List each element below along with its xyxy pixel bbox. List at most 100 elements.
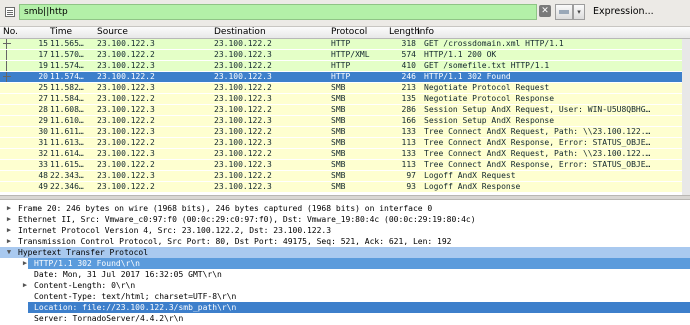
- collapse-arrow-icon[interactable]: ▼: [4, 247, 14, 258]
- packet-number: 30: [38, 127, 48, 136]
- packet-length: 135: [401, 94, 416, 103]
- packet-destination: 23.100.122.3: [214, 160, 272, 169]
- packet-row[interactable]: 29 11.610… 23.100.122.2 23.100.122.3 SMB 166 S…: [0, 116, 690, 126]
- packet-destination: 23.100.122.3: [214, 50, 272, 59]
- packet-row[interactable]: 33 11.615… 23.100.122.2 23.100.122.3 SMB 113 T…: [0, 160, 690, 170]
- packet-time: 11.614…: [50, 149, 84, 158]
- packet-destination: 23.100.122.3: [214, 72, 272, 81]
- tree-item[interactable]: ▼ Hypertext Transfer Protocol: [0, 247, 690, 258]
- packet-row[interactable]: 15 11.565… 23.100.122.3 23.100.122.2 HTTP 318…: [0, 39, 690, 49]
- packet-row[interactable]: 25 11.582… 23.100.122.3 23.100.122.2 SMB 213 N…: [0, 83, 690, 93]
- apply-filter-button[interactable]: [555, 4, 573, 20]
- clear-filter-icon[interactable]: ✕: [539, 5, 551, 17]
- related-packet-marker: [6, 50, 7, 60]
- packet-row[interactable]: 48 22.343… 23.100.122.3 23.100.122.2 SMB 97 Lo…: [0, 171, 690, 181]
- tree-item[interactable]: ▶ Internet Protocol Version 4, Src: 23.10…: [0, 225, 690, 236]
- expand-arrow-icon[interactable]: ▶: [20, 258, 30, 269]
- packet-length: 166: [401, 116, 416, 125]
- packet-row[interactable]: 49 22.346… 23.100.122.2 23.100.122.3 SMB 93 Lo…: [0, 182, 690, 192]
- packet-number: 49: [38, 182, 48, 191]
- packet-row[interactable]: 20 11.574… 23.100.122.2 23.100.122.3 HTTP 246…: [0, 72, 690, 82]
- expression-button[interactable]: Expression...: [589, 5, 690, 19]
- tree-item-label: Transmission Control Protocol, Src Port:…: [18, 237, 452, 246]
- packet-source: 23.100.122.2: [97, 94, 155, 103]
- packet-protocol: HTTP: [331, 39, 351, 48]
- packet-destination: 23.100.122.3: [214, 182, 272, 191]
- packet-destination: 23.100.122.2: [214, 39, 272, 48]
- packet-source: 23.100.122.3: [97, 105, 155, 114]
- column-header-info[interactable]: Info: [417, 27, 434, 38]
- bookmark-filter-icon[interactable]: [5, 7, 15, 17]
- expand-arrow-icon[interactable]: ▶: [4, 225, 14, 236]
- packet-number: 20: [38, 72, 48, 81]
- tree-item-label: Internet Protocol Version 4, Src: 23.100…: [18, 226, 332, 235]
- packet-source: 23.100.122.2: [97, 116, 155, 125]
- tree-item-label: Ethernet II, Src: Vmware_c0:97:f0 (00:0c…: [18, 215, 476, 224]
- packet-row[interactable]: 17 11.570… 23.100.122.2 23.100.122.3 HTTP/XM…: [0, 50, 690, 60]
- packet-info: Tree Connect AndX Request, Path: \\23.10…: [424, 149, 651, 158]
- tree-item[interactable]: ▶ Transmission Control Protocol, Src Port…: [0, 236, 690, 247]
- tree-item[interactable]: Content-Type: text/html; charset=UTF-8\r…: [0, 291, 690, 302]
- packet-row[interactable]: 27 11.584… 23.100.122.2 23.100.122.3 SMB 135 N…: [0, 94, 690, 104]
- packet-info: Tree Connect AndX Request, Path: \\23.10…: [424, 127, 651, 136]
- tree-item[interactable]: Location: file://23.100.122.3/smb_path\r…: [0, 302, 690, 313]
- tree-item[interactable]: ▶ Ethernet II, Src: Vmware_c0:97:f0 (00:0…: [0, 214, 690, 225]
- packet-row[interactable]: 30 11.611… 23.100.122.3 23.100.122.2 SMB 133 T…: [0, 127, 690, 137]
- packet-source: 23.100.122.2: [97, 182, 155, 191]
- packet-list-scrollbar[interactable]: [682, 39, 690, 195]
- expand-arrow-icon[interactable]: ▶: [20, 280, 30, 291]
- packet-row[interactable]: 28 11.608… 23.100.122.3 23.100.122.2 SMB 286 S…: [0, 105, 690, 115]
- tree-item[interactable]: ▶ Content-Length: 0\r\n: [0, 280, 690, 291]
- packet-number: 17: [38, 50, 48, 59]
- filter-history-dropdown-icon[interactable]: ▾: [573, 4, 585, 20]
- tree-item-label: Content-Type: text/html; charset=UTF-8\r…: [34, 292, 237, 301]
- tree-item-label: Content-Length: 0\r\n: [34, 281, 136, 290]
- packet-info: HTTP/1.1 200 OK: [424, 50, 497, 59]
- related-packet-marker: [6, 39, 7, 49]
- packet-info: Logoff AndX Response: [424, 182, 521, 191]
- expand-arrow-icon[interactable]: ▶: [4, 236, 14, 247]
- tree-item-label: Server: TornadoServer/4.4.2\r\n: [34, 314, 184, 323]
- packet-row[interactable]: 32 11.614… 23.100.122.3 23.100.122.2 SMB 133 T…: [0, 149, 690, 159]
- packet-number: 48: [38, 171, 48, 180]
- column-header-destination[interactable]: Destination: [214, 27, 266, 38]
- expand-arrow-icon[interactable]: ▶: [4, 214, 14, 225]
- packet-length: 133: [401, 127, 416, 136]
- packet-number: 33: [38, 160, 48, 169]
- display-filter-input[interactable]: smb||http: [19, 4, 537, 20]
- tree-item[interactable]: Server: TornadoServer/4.4.2\r\n: [0, 313, 690, 324]
- packet-protocol: HTTP: [331, 61, 351, 70]
- packet-info: Negotiate Protocol Response: [424, 94, 555, 103]
- expand-arrow-icon[interactable]: ▶: [4, 203, 14, 214]
- packet-info: HTTP/1.1 302 Found: [424, 72, 511, 81]
- packet-protocol: SMB: [331, 83, 346, 92]
- packet-length: 113: [401, 138, 416, 147]
- packet-info: Logoff AndX Request: [424, 171, 516, 180]
- packet-list-header: No. Time Source Destination Protocol Len…: [0, 27, 690, 39]
- packet-length: 318: [401, 39, 416, 48]
- packet-destination: 23.100.122.2: [214, 61, 272, 70]
- tree-item[interactable]: ▶ HTTP/1.1 302 Found\r\n: [0, 258, 690, 269]
- packet-source: 23.100.122.3: [97, 149, 155, 158]
- tree-item-label: Date: Mon, 31 Jul 2017 16:32:05 GMT\r\n: [34, 270, 222, 279]
- packet-row[interactable]: 19 11.574… 23.100.122.3 23.100.122.2 HTTP 410…: [0, 61, 690, 71]
- packet-source: 23.100.122.3: [97, 61, 155, 70]
- packet-time: 11.611…: [50, 127, 84, 136]
- packet-info: GET /crossdomain.xml HTTP/1.1: [424, 39, 564, 48]
- packet-number: 28: [38, 105, 48, 114]
- packet-info: GET /somefile.txt HTTP/1.1: [424, 61, 550, 70]
- tree-item-label: Hypertext Transfer Protocol: [18, 248, 149, 257]
- column-header-length[interactable]: Length: [389, 27, 420, 38]
- packet-time: 11.565…: [50, 39, 84, 48]
- tree-item[interactable]: Date: Mon, 31 Jul 2017 16:32:05 GMT\r\n: [0, 269, 690, 280]
- column-header-time[interactable]: Time: [50, 27, 72, 38]
- column-header-protocol[interactable]: Protocol: [331, 27, 367, 38]
- packet-row[interactable]: 31 11.613… 23.100.122.2 23.100.122.3 SMB 113 T…: [0, 138, 690, 148]
- column-header-no[interactable]: No.: [3, 27, 18, 38]
- packet-length: 246: [401, 72, 416, 81]
- packet-destination: 23.100.122.2: [214, 171, 272, 180]
- packet-info: Session Setup AndX Request, User: WIN-U5…: [424, 105, 651, 114]
- tree-item[interactable]: ▶ Frame 20: 246 bytes on wire (1968 bits)…: [0, 203, 690, 214]
- column-header-source[interactable]: Source: [97, 27, 128, 38]
- packet-number: 31: [38, 138, 48, 147]
